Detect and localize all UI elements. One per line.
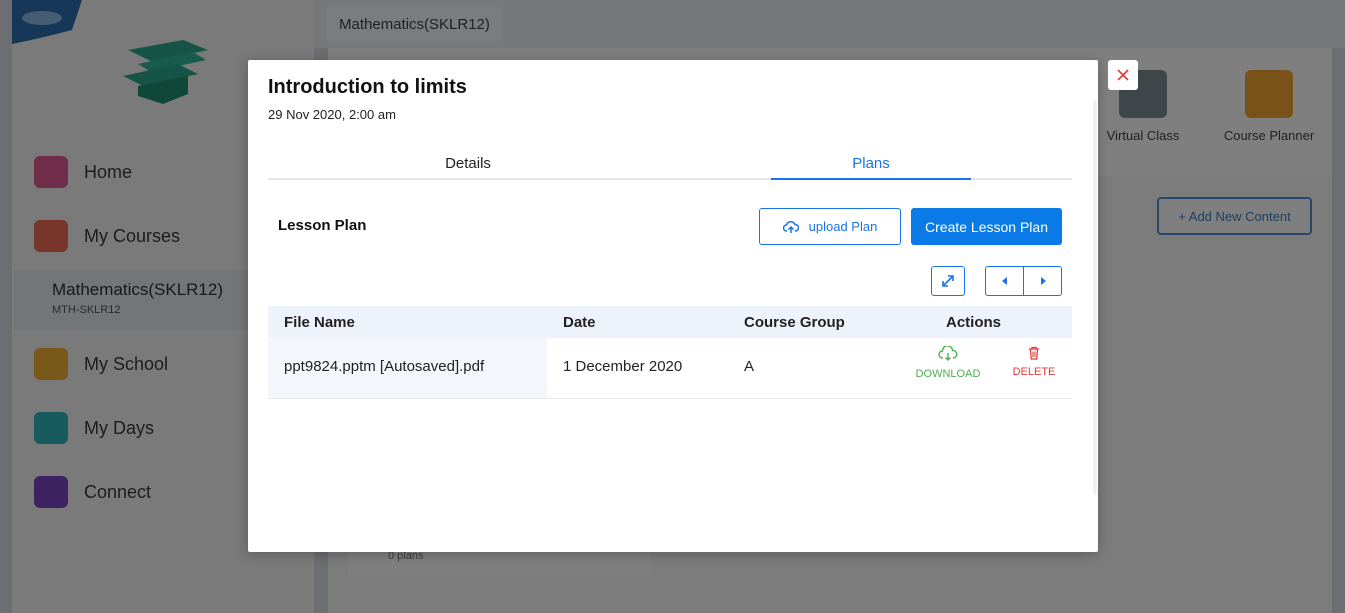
- column-header: File Name: [284, 314, 355, 331]
- column-header: Actions: [946, 314, 1002, 331]
- delete-label: DELETE: [1012, 366, 1056, 378]
- create-lesson-plan-button[interactable]: Create Lesson Plan: [911, 208, 1062, 245]
- tab-details[interactable]: Details: [368, 153, 568, 180]
- cloud-upload-icon: [782, 220, 799, 233]
- close-modal-button[interactable]: [1108, 60, 1138, 90]
- trash-icon: [1029, 346, 1039, 360]
- table-row: ppt9824.pptm [Autosaved].pdf 1 December …: [268, 338, 1072, 399]
- tab-plans[interactable]: Plans: [771, 153, 971, 180]
- download-button[interactable]: DOWNLOAD: [908, 346, 988, 380]
- close-icon: [1117, 69, 1129, 81]
- chevron-left-icon: [1001, 277, 1007, 285]
- prev-page-button[interactable]: [986, 267, 1023, 295]
- chevron-right-icon: [1040, 277, 1046, 285]
- next-page-button[interactable]: [1023, 267, 1061, 295]
- modal-scrollbar[interactable]: [1093, 100, 1097, 495]
- pagination: [985, 266, 1062, 296]
- upload-plan-label: upload Plan: [808, 219, 878, 234]
- lesson-plan-table: File Name Date Course Group Actions ppt9…: [268, 306, 1072, 399]
- download-label: DOWNLOAD: [915, 368, 981, 380]
- cell-course-group: A: [744, 358, 755, 375]
- column-header: Course Group: [744, 314, 845, 331]
- modal-title: Introduction to limits: [268, 76, 467, 98]
- delete-button[interactable]: DELETE: [994, 346, 1074, 378]
- upload-plan-button[interactable]: upload Plan: [759, 208, 901, 245]
- modal-date: 29 Nov 2020, 2:00 am: [268, 107, 396, 122]
- cell-file-name: ppt9824.pptm [Autosaved].pdf: [268, 338, 547, 398]
- lesson-modal: Introduction to limits 29 Nov 2020, 2:00…: [248, 60, 1098, 552]
- expand-button[interactable]: [931, 266, 965, 296]
- cell-date: 1 December 2020: [563, 358, 683, 375]
- modal-tabs: Details Plans: [268, 153, 1072, 180]
- expand-icon: [942, 275, 954, 287]
- lesson-plan-heading: Lesson Plan: [278, 217, 367, 234]
- column-header: Date: [563, 314, 596, 331]
- cloud-download-icon: [938, 346, 958, 361]
- table-header: File Name Date Course Group Actions: [268, 306, 1072, 338]
